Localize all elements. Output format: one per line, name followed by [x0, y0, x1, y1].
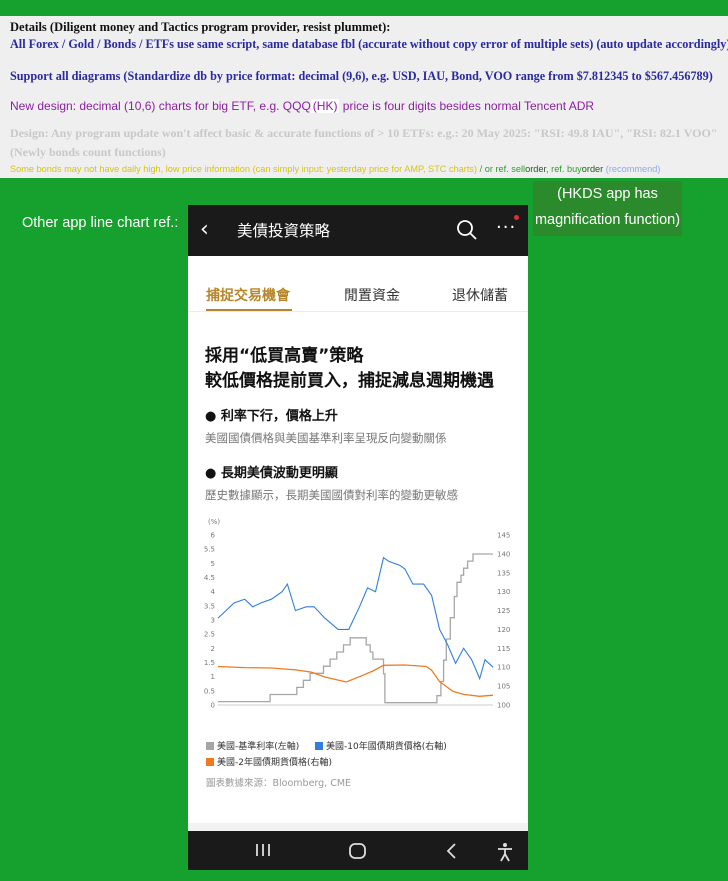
bond-input-text: Some bonds may not have daily high, low … [10, 164, 478, 174]
legend-swatch-10y [315, 742, 324, 750]
left-tick-label: 3 [211, 617, 215, 625]
hk-highlight: (HK) [310, 99, 340, 113]
back-arrow-icon[interactable]: ‹ [200, 217, 209, 242]
notes-line-new-design: New design: decimal (10,6) charts for bi… [10, 99, 594, 113]
left-tick-label: 4.5 [204, 574, 215, 582]
tab-trading-opportunity[interactable]: 捕捉交易機會 [206, 285, 290, 305]
bullet-long-term-volatility: ● 長期美債波動更明顯 [205, 466, 338, 481]
new-design-tail: price is four digits besides normal Tenc… [339, 99, 595, 113]
right-tick-label: 105 [497, 683, 510, 691]
app-title: 美債投資策略 [237, 222, 331, 240]
notes-line-database: All Forex / Gold / Bonds / ETFs use same… [10, 37, 728, 51]
ref-sell-text: / or ref. sell [477, 164, 526, 174]
notes-panel: Details (Diligent money and Tactics prog… [0, 16, 728, 178]
left-tick-label: 3.5 [204, 602, 215, 610]
left-tick-label: 0.5 [204, 687, 215, 695]
order-text-2: order [581, 164, 604, 174]
bullet-rates-down: ● 利率下行，價格上升 [205, 409, 338, 424]
series-line-fed-rate [218, 553, 493, 704]
android-nav-bar [188, 831, 528, 870]
right-tick-label: 100 [497, 702, 510, 710]
right-tick-label: 130 [497, 588, 510, 596]
headline-subtitle: 較低價格提前買入，捕捉減息週期機遇 [205, 371, 494, 391]
notification-dot [514, 215, 519, 220]
para-sensitivity: 歷史數據顯示，長期美國國債對利率的變動更敏感 [205, 488, 458, 502]
tab-divider [188, 311, 528, 312]
right-tick-label: 140 [497, 550, 510, 558]
para-inverse-relation: 美國國債價格與美國基準利率呈現反向變動關係 [205, 431, 447, 445]
left-tick-label: 5 [211, 560, 215, 568]
tab-idle-funds[interactable]: 閒置資金 [344, 285, 400, 305]
new-design-text: New design: decimal (10,6) charts for bi… [10, 99, 311, 113]
chart-legend-row1: 美國-基準利率(左軸) 美國-10年國債期貨價格(右軸) [206, 739, 447, 752]
more-options-icon[interactable]: ··· [496, 217, 516, 238]
left-tick-label: 1.5 [204, 659, 215, 667]
left-tick-label: 6 [211, 532, 216, 540]
notes-line-rsi: Design: Any program update won't affect … [10, 126, 718, 140]
legend-10y: 美國-10年國債期貨價格(右軸) [326, 742, 447, 752]
ref-buy-text: , ref. buy [546, 164, 582, 174]
app-top-bar: ‹ 美債投資策略 ··· [188, 205, 528, 256]
series-line-2y-futures [217, 664, 494, 697]
right-tick-label: 135 [497, 569, 510, 577]
tab-retirement-savings[interactable]: 退休儲蓄 [452, 285, 508, 305]
search-icon[interactable] [456, 219, 478, 241]
left-tick-label: 5.5 [204, 546, 215, 554]
recent-apps-icon[interactable] [254, 842, 272, 858]
legend-2y: 美國-2年國債期貨價格(右軸) [217, 758, 332, 768]
right-tick-label: 145 [497, 532, 510, 540]
recommend-text: (recommend) [603, 164, 661, 174]
left-tick-label: 2.5 [204, 631, 215, 639]
chart-legend-row2: 美國-2年國債期貨價格(右軸) [206, 755, 332, 768]
left-tick-label: 1 [211, 673, 215, 681]
phone-screenshot: ‹ 美債投資策略 ··· 捕捉交易機會 閒置資金 退休儲蓄 採用“低買高賣”策略… [188, 205, 528, 870]
right-tick-label: 110 [497, 664, 510, 672]
headline-strategy: 採用“低買高賣”策略 [205, 346, 364, 366]
right-tick-label: 120 [497, 626, 510, 634]
back-nav-icon[interactable] [445, 842, 459, 860]
accessibility-icon[interactable] [496, 842, 514, 862]
notes-line-details: Details (Diligent money and Tactics prog… [10, 20, 391, 34]
other-app-ref-label: Other app line chart ref.: [22, 215, 179, 231]
bond-line-chart: (%) 0 0.5 1 1.5 2 2.5 3 3.5 4 4.5 5 5.5 6 100 105 110 115… [204, 518, 511, 710]
notes-line-bonds: (Newly bonds count functions) [10, 145, 166, 159]
legend-swatch-2y [206, 758, 214, 766]
left-tick-label: 4 [211, 588, 216, 596]
chart-source: 圖表數據來源：Bloomberg, CME [206, 778, 352, 789]
hkds-note: (HKDS app has magnification function) [533, 181, 682, 236]
order-text-1: order [525, 164, 547, 174]
left-tick-label: 2 [211, 645, 215, 653]
home-icon[interactable] [348, 842, 368, 860]
legend-rate: 美國-基準利率(左軸) [217, 742, 300, 752]
notes-line-bond-input: Some bonds may not have daily high, low … [10, 164, 660, 174]
notes-line-format: Support all diagrams (Standardize db by … [10, 69, 713, 83]
left-axis-unit: (%) [208, 518, 220, 526]
legend-swatch-rate [206, 742, 214, 750]
right-tick-label: 125 [497, 607, 510, 615]
left-tick-label: 0 [211, 702, 215, 710]
right-tick-label: 115 [497, 645, 510, 653]
